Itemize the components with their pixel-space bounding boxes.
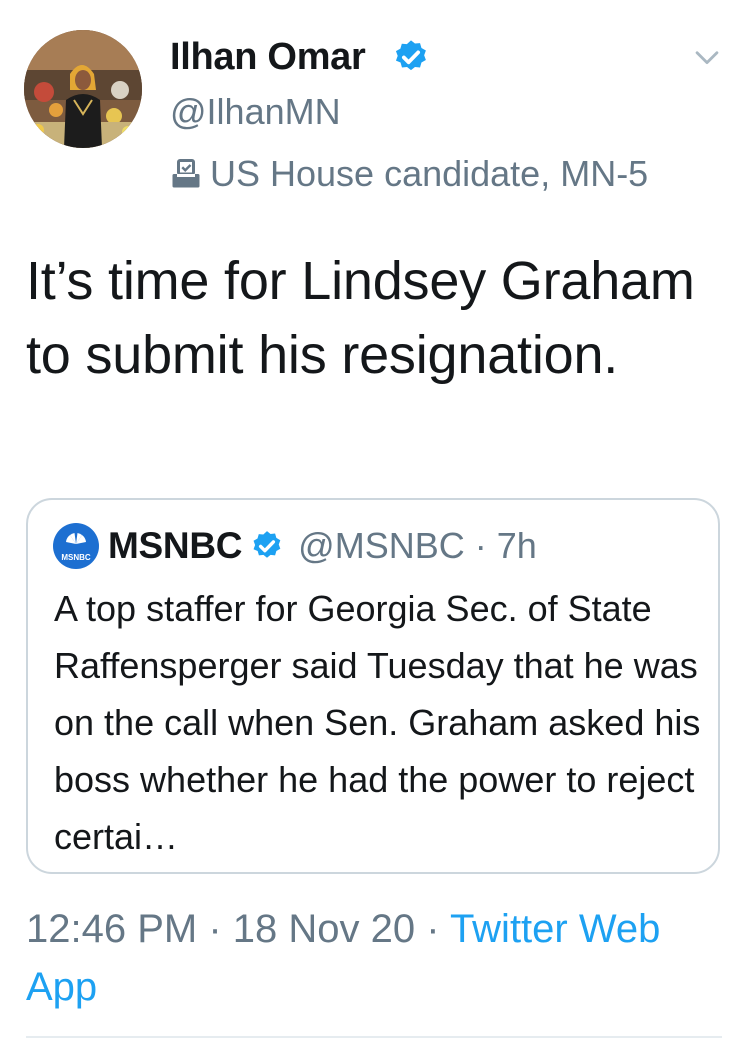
account-label-text: US House candidate, MN-5 — [210, 153, 649, 194]
tweet-meta: 12:46 PM · 18 Nov 20 · Twitter Web App — [26, 900, 716, 1016]
verified-badge-icon — [395, 40, 426, 71]
avatar-image — [24, 30, 142, 148]
quoted-handle-time: @MSNBC · 7h — [298, 525, 537, 566]
quoted-display-name: MSNBC — [108, 525, 243, 566]
tweet-text: It’s time for Lindsey Graham to submit h… — [26, 251, 695, 385]
divider — [26, 1036, 722, 1038]
verified-badge-icon — [253, 531, 281, 558]
quoted-tweet-card[interactable]: MSNBC MSNBC @MSNBC · 7h A top staffer fo… — [26, 498, 720, 874]
tweet-timestamp[interactable]: 12:46 PM · 18 Nov 20 · — [26, 907, 450, 951]
msnbc-logo-text: MSNBC — [61, 553, 91, 562]
tweet-detail: Ilhan Omar @IlhanMN US House candidate, … — [0, 0, 748, 1048]
quoted-tweet-text: A top staffer for Georgia Sec. of State … — [54, 588, 701, 857]
chevron-down-icon[interactable] — [690, 40, 724, 74]
author-handle[interactable]: @IlhanMN — [170, 90, 341, 134]
account-label: US House candidate, MN-5 — [168, 150, 648, 198]
msnbc-logo-icon: MSNBC — [53, 523, 99, 569]
author-display-name[interactable]: Ilhan Omar — [170, 34, 366, 80]
quoted-tweet-header: MSNBC MSNBC @MSNBC · 7h — [52, 522, 537, 570]
ballot-box-icon — [172, 159, 200, 188]
avatar[interactable] — [24, 30, 142, 148]
